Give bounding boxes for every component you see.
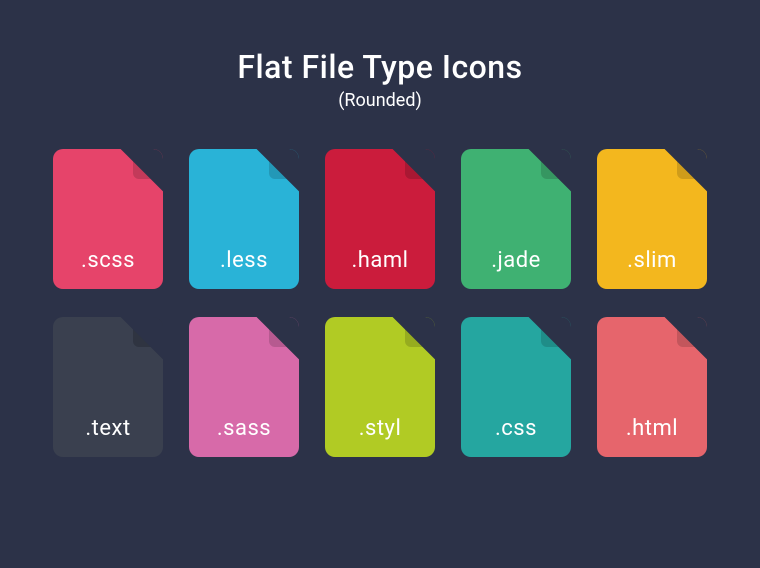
file-fold-icon xyxy=(405,149,435,179)
file-extension-label: .less xyxy=(189,248,299,273)
file-icon-haml: .haml xyxy=(325,149,435,289)
file-fold-icon xyxy=(677,317,707,347)
file-extension-label: .styl xyxy=(325,416,435,441)
file-extension-label: .slim xyxy=(597,248,707,273)
page-subtitle: (Rounded) xyxy=(0,90,760,111)
file-fold-icon xyxy=(541,149,571,179)
file-fold-icon xyxy=(541,317,571,347)
file-fold-icon xyxy=(269,317,299,347)
file-extension-label: .scss xyxy=(53,248,163,273)
file-icon-jade: .jade xyxy=(461,149,571,289)
file-extension-label: .text xyxy=(53,416,163,441)
file-icon-scss: .scss xyxy=(53,149,163,289)
file-fold-icon xyxy=(269,149,299,179)
file-fold-icon xyxy=(405,317,435,347)
header: Flat File Type Icons (Rounded) xyxy=(0,0,760,111)
page-title: Flat File Type Icons xyxy=(0,48,760,86)
file-extension-label: .html xyxy=(597,416,707,441)
file-icon-sass: .sass xyxy=(189,317,299,457)
file-icon-styl: .styl xyxy=(325,317,435,457)
file-icon-html: .html xyxy=(597,317,707,457)
file-extension-label: .jade xyxy=(461,248,571,273)
file-icon-text: .text xyxy=(53,317,163,457)
file-fold-icon xyxy=(133,317,163,347)
file-extension-label: .sass xyxy=(189,416,299,441)
file-fold-icon xyxy=(677,149,707,179)
file-fold-icon xyxy=(133,149,163,179)
file-icon-css: .css xyxy=(461,317,571,457)
file-icon-slim: .slim xyxy=(597,149,707,289)
icon-grid: .scss .less .haml .jade .slim .text .sass .styl… xyxy=(0,149,760,457)
file-extension-label: .css xyxy=(461,416,571,441)
file-icon-less: .less xyxy=(189,149,299,289)
file-extension-label: .haml xyxy=(325,248,435,273)
